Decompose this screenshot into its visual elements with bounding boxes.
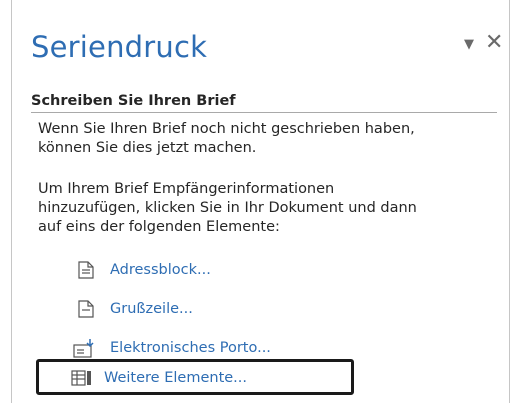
pane-title: Seriendruck <box>31 30 208 64</box>
address-block-icon <box>76 260 96 280</box>
intro-line-2: können Sie dies jetzt machen. <box>38 140 257 156</box>
greeting-line-icon <box>76 299 96 319</box>
instruction-line-1: Um Ihrem Brief Empfängerinformationen <box>38 181 335 197</box>
instruction-line-2: hinzuzufügen, klicken Sie in Ihr Dokumen… <box>38 200 417 216</box>
greeting-line-label: Grußzeile... <box>110 301 193 317</box>
intro-paragraph: Wenn Sie Ihren Brief noch nicht geschrie… <box>38 120 508 158</box>
electronic-postage-label: Elektronisches Porto... <box>110 340 271 356</box>
section-heading: Schreiben Sie Ihren Brief <box>31 93 497 113</box>
address-block-label: Adressblock... <box>110 262 211 278</box>
highlight-frame <box>36 359 354 395</box>
dropdown-caret-icon[interactable]: ▼ <box>464 37 474 52</box>
electronic-postage-icon <box>72 338 96 358</box>
mail-merge-pane: Seriendruck ▼ ✕ Schreiben Sie Ihren Brie… <box>11 0 510 403</box>
intro-line-1: Wenn Sie Ihren Brief noch nicht geschrie… <box>38 121 415 137</box>
electronic-postage-link[interactable]: Elektronisches Porto... <box>72 336 271 360</box>
close-icon[interactable]: ✕ <box>485 30 503 55</box>
greeting-line-link[interactable]: Grußzeile... <box>76 297 193 321</box>
instruction-line-3: auf eins der folgenden Elemente: <box>38 219 280 235</box>
instruction-paragraph: Um Ihrem Brief Empfängerinformationen hi… <box>38 180 508 237</box>
address-block-link[interactable]: Adressblock... <box>76 258 211 282</box>
